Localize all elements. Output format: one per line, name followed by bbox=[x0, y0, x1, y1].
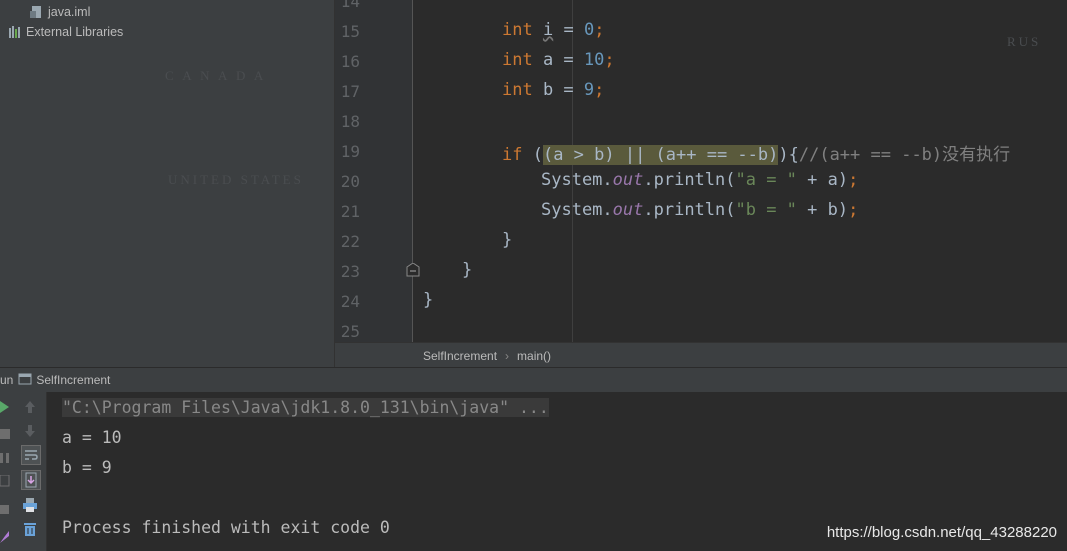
code-line-21: System.out.println("b = " + b); bbox=[541, 200, 859, 220]
file-icon bbox=[30, 5, 44, 19]
line-number: 15 bbox=[340, 22, 360, 41]
chevron-right-icon: › bbox=[505, 348, 510, 363]
background-map-decoration: UNITED STATES bbox=[168, 172, 304, 187]
tree-item-label: java.iml bbox=[48, 5, 91, 19]
print-icon[interactable] bbox=[21, 496, 39, 514]
run-tool-window-header: un SelfIncrement bbox=[0, 367, 1067, 392]
console-command-line: "C:\Program Files\Java\jdk1.8.0_131\bin\… bbox=[62, 398, 549, 417]
code-line-16: int a = 10; bbox=[502, 50, 615, 70]
arrow-up-icon[interactable] bbox=[21, 398, 39, 416]
library-icon bbox=[8, 25, 22, 39]
stop-icon[interactable] bbox=[0, 426, 10, 444]
breadcrumb-method[interactable]: main() bbox=[517, 349, 551, 363]
tree-item-external-libraries[interactable]: External Libraries bbox=[8, 22, 123, 42]
scroll-to-end-icon[interactable] bbox=[21, 470, 41, 490]
background-map-decoration: C A N A D A bbox=[165, 68, 267, 83]
tree-item-java-iml[interactable]: java.iml bbox=[30, 2, 90, 22]
pause-icon[interactable] bbox=[0, 450, 10, 468]
line-number: 17 bbox=[340, 82, 360, 101]
line-number: 18 bbox=[340, 112, 360, 131]
line-number: 23 bbox=[340, 262, 360, 281]
pin-icon[interactable] bbox=[0, 530, 10, 548]
tree-item-label: External Libraries bbox=[26, 25, 124, 39]
console-output-line: b = 9 bbox=[62, 458, 112, 477]
code-line-24: } bbox=[423, 290, 434, 310]
gutter-separator bbox=[412, 0, 413, 342]
dump-threads-icon[interactable] bbox=[0, 474, 10, 492]
line-number: 21 bbox=[340, 202, 360, 221]
line-number: 25 bbox=[340, 322, 360, 341]
line-number: 16 bbox=[340, 52, 360, 71]
line-number: 19 bbox=[340, 142, 360, 161]
run-config-icon bbox=[18, 373, 32, 388]
breadcrumb-class[interactable]: SelfIncrement bbox=[423, 349, 497, 363]
run-side-toolbar bbox=[0, 392, 14, 551]
console-output-line: Process finished with exit code 0 bbox=[62, 518, 390, 537]
project-tool-window: C A N A D A UNITED STATES java.iml Exter… bbox=[0, 0, 335, 367]
soft-wrap-icon[interactable] bbox=[21, 445, 41, 465]
watermark-url: https://blog.csdn.net/qq_43288220 bbox=[826, 524, 1057, 541]
code-line-15: int i = 0; bbox=[502, 20, 605, 40]
console-output-line: a = 10 bbox=[62, 428, 122, 447]
background-map-decoration: RUS bbox=[1007, 34, 1042, 49]
trash-icon[interactable] bbox=[21, 520, 39, 538]
code-line-17: int b = 9; bbox=[502, 80, 605, 100]
breadcrumb: SelfIncrement › main() bbox=[335, 342, 1067, 368]
code-line-20: System.out.println("a = " + a); bbox=[541, 170, 859, 190]
fold-marker-icon[interactable] bbox=[405, 262, 421, 282]
code-line-22: } bbox=[502, 230, 513, 250]
code-line-19: if ((a > b) || (a++ == --b)){//(a++ == -… bbox=[502, 145, 1011, 165]
console-toolbar bbox=[14, 392, 47, 551]
line-number: 24 bbox=[340, 292, 360, 311]
line-number: 22 bbox=[340, 232, 360, 251]
run-tab-label[interactable]: SelfIncrement bbox=[36, 373, 110, 387]
arrow-down-icon[interactable] bbox=[21, 422, 39, 440]
code-line-23: } bbox=[462, 260, 473, 280]
line-number: 14 bbox=[340, 0, 360, 11]
settings-icon[interactable] bbox=[0, 502, 10, 520]
run-tab-prefix: un bbox=[0, 373, 14, 387]
code-editor[interactable]: RUS 14 15 16 17 18 19 20 21 22 23 24 25 … bbox=[335, 0, 1067, 342]
line-number: 20 bbox=[340, 172, 360, 191]
rerun-icon[interactable] bbox=[0, 400, 10, 418]
